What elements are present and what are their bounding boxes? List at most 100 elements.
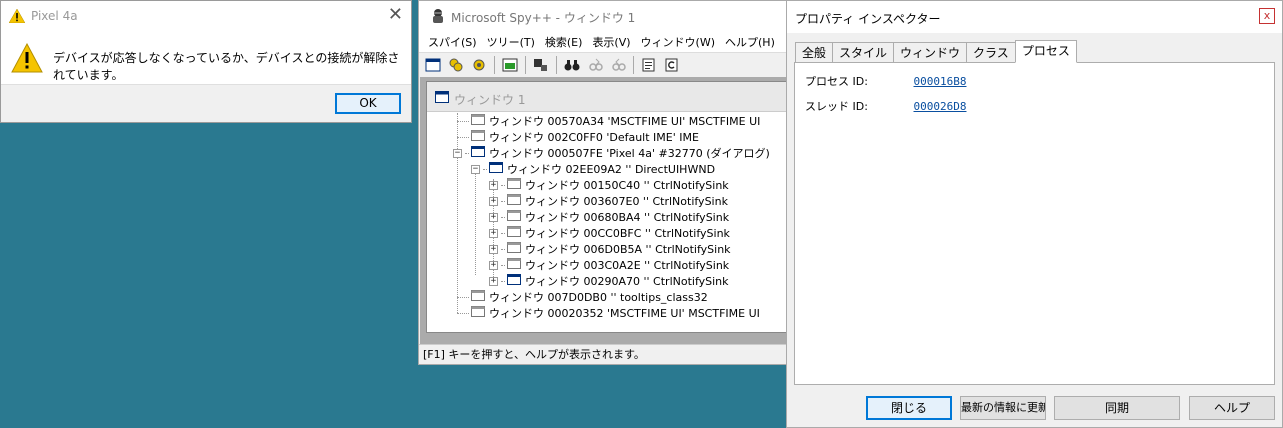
window-tree-child: ウィンドウ 1 ウィンドウ 00570A34 'MSCTFIME UI' MSC… — [426, 81, 789, 333]
tree-node-label: ウィンドウ 007D0DB0 '' tooltips_class32 — [489, 291, 708, 304]
find-prev-icon[interactable] — [608, 56, 628, 74]
toolbar-separator — [525, 55, 526, 74]
menu-search[interactable]: 検索(E) — [541, 31, 589, 52]
help-button[interactable]: ヘルプ — [1189, 396, 1275, 420]
tree-node-label: ウィンドウ 00570A34 'MSCTFIME UI' MSCTFIME UI — [489, 115, 761, 128]
ok-button[interactable]: OK — [335, 93, 401, 114]
find-next-icon[interactable] — [585, 56, 605, 74]
menu-spy[interactable]: スパイ(S) — [424, 31, 483, 52]
tree-branch-line — [501, 280, 505, 282]
dialog-titlebar[interactable]: Pixel 4a ✕ — [1, 1, 411, 31]
expand-icon[interactable]: + — [489, 276, 498, 286]
dialog-title: Pixel 4a — [31, 9, 78, 23]
window-icon — [507, 242, 521, 256]
collapse-icon[interactable]: − — [471, 164, 480, 174]
tab-class[interactable]: クラス — [966, 42, 1016, 63]
tree-node-label: ウィンドウ 003C0A2E '' CtrlNotifySink — [525, 259, 730, 272]
tree-node[interactable]: ウィンドウ 007D0DB0 '' tooltips_class32 — [453, 289, 708, 305]
expand-icon[interactable]: + — [489, 196, 498, 206]
dialog-message-area: デバイスが応答しなくなっているか、デバイスとの接続が解除されています。 — [11, 41, 403, 82]
tab-general[interactable]: 全般 — [795, 42, 834, 63]
child-title: ウィンドウ 1 — [454, 93, 526, 107]
dialog-footer: OK — [1, 84, 411, 122]
tab-windows[interactable]: ウィンドウ — [893, 42, 968, 63]
window-icon — [507, 274, 521, 288]
tab-process[interactable]: プロセス — [1014, 40, 1077, 63]
properties-icon[interactable] — [639, 56, 659, 74]
process-id-label: プロセス ID: — [805, 75, 868, 88]
window-tree[interactable]: ウィンドウ 00570A34 'MSCTFIME UI' MSCTFIME UI… — [427, 113, 789, 331]
spy-toolbar — [419, 52, 789, 76]
window-icon — [471, 146, 485, 160]
sync-button[interactable]: 同期 — [1054, 396, 1180, 420]
windows-view-icon[interactable] — [423, 56, 443, 74]
tab-styles[interactable]: スタイル — [832, 42, 895, 63]
window-icon — [471, 130, 485, 144]
tree-node[interactable]: + ウィンドウ 003607E0 '' CtrlNotifySink — [489, 193, 728, 209]
tree-branch-line — [457, 120, 469, 122]
menu-help[interactable]: ヘルプ(H) — [721, 31, 781, 52]
refresh-icon[interactable] — [662, 56, 682, 74]
expand-icon[interactable]: + — [489, 212, 498, 222]
tree-node-label: ウィンドウ 006D0B5A '' CtrlNotifySink — [525, 243, 731, 256]
process-tab-panel: プロセス ID: 000016B8 スレッド ID: 000026D8 — [794, 62, 1275, 385]
child-titlebar[interactable]: ウィンドウ 1 — [427, 82, 787, 112]
warning-icon — [8, 8, 26, 26]
tree-node[interactable]: + ウィンドウ 006D0B5A '' CtrlNotifySink — [489, 241, 731, 257]
tree-node-label: ウィンドウ 00CC0BFC '' CtrlNotifySink — [525, 227, 730, 240]
tree-node[interactable]: + ウィンドウ 00680BA4 '' CtrlNotifySink — [489, 209, 729, 225]
tree-node-label: ウィンドウ 002C0FF0 'Default IME' IME — [489, 131, 699, 144]
tree-node[interactable]: − ウィンドウ 000507FE 'Pixel 4a' #32770 (ダイアログ… — [453, 145, 770, 161]
inspector-tabs: 全般 スタイル ウィンドウ クラス プロセス — [795, 40, 1077, 63]
menu-view[interactable]: 表示(V) — [588, 31, 636, 52]
thread-id-link[interactable]: 000026D8 — [914, 100, 967, 113]
find-window-icon[interactable] — [531, 56, 551, 74]
toolbar-separator — [633, 55, 634, 74]
window-icon — [507, 210, 521, 224]
tree-node[interactable]: + ウィンドウ 00150C40 '' CtrlNotifySink — [489, 177, 729, 193]
messages-view-icon[interactable] — [500, 56, 520, 74]
mdi-client-area: ウィンドウ 1 ウィンドウ 00570A34 'MSCTFIME UI' MSC… — [420, 77, 789, 345]
tree-node[interactable]: − ウィンドウ 02EE09A2 '' DirectUIHWND — [471, 161, 715, 177]
tree-node[interactable]: ウィンドウ 00570A34 'MSCTFIME UI' MSCTFIME UI — [453, 113, 760, 129]
expand-icon[interactable]: + — [489, 180, 498, 190]
expand-icon[interactable]: + — [489, 228, 498, 238]
tree-branch-line — [501, 200, 505, 202]
spy-menubar: スパイ(S) ツリー(T) 検索(E) 表示(V) ウィンドウ(W) ヘルプ(H… — [419, 31, 789, 52]
window-icon — [489, 162, 503, 176]
tree-node[interactable]: + ウィンドウ 00CC0BFC '' CtrlNotifySink — [489, 225, 730, 241]
processes-view-icon[interactable] — [446, 56, 466, 74]
tree-node[interactable]: ウィンドウ 002C0FF0 'Default IME' IME — [453, 129, 699, 145]
tree-branch-line — [457, 312, 469, 314]
expand-icon[interactable]: + — [489, 244, 498, 254]
tree-node-label: ウィンドウ 00290A70 '' CtrlNotifySink — [525, 275, 729, 288]
tree-node[interactable]: ウィンドウ 00020352 'MSCTFIME UI' MSCTFIME UI — [453, 305, 760, 321]
inspector-titlebar[interactable]: プロパティ インスペクター x — [787, 1, 1282, 33]
menu-window[interactable]: ウィンドウ(W) — [637, 31, 721, 52]
tree-branch-line — [483, 168, 487, 170]
close-icon[interactable]: x — [1259, 8, 1275, 24]
error-dialog: Pixel 4a ✕ デバイスが応答しなくなっているか、デバイスとの接続が解除さ… — [0, 0, 412, 123]
threads-view-icon[interactable] — [469, 56, 489, 74]
tree-guide-line — [475, 169, 476, 275]
expand-icon[interactable]: + — [489, 260, 498, 270]
tree-branch-line — [457, 296, 469, 298]
toolbar-separator — [494, 55, 495, 74]
spy-titlebar[interactable]: Microsoft Spy++ - ウィンドウ 1 — [419, 1, 789, 31]
tree-node[interactable]: + ウィンドウ 003C0A2E '' CtrlNotifySink — [489, 257, 729, 273]
process-id-link[interactable]: 000016B8 — [914, 75, 967, 88]
inspector-title: プロパティ インスペクター — [795, 12, 941, 26]
close-button[interactable]: 閉じる — [866, 396, 952, 420]
menu-tree[interactable]: ツリー(T) — [483, 31, 541, 52]
spy-title: Microsoft Spy++ - ウィンドウ 1 — [451, 11, 636, 25]
spy-main-window: Microsoft Spy++ - ウィンドウ 1 スパイ(S) ツリー(T) … — [418, 0, 790, 365]
process-id-row: プロセス ID: 000016B8 — [805, 73, 966, 89]
refresh-button[interactable]: 最新の情報に更新 — [960, 396, 1046, 420]
tree-node-label: ウィンドウ 000507FE 'Pixel 4a' #32770 (ダイアログ) — [489, 147, 770, 160]
search-binoculars-icon[interactable] — [562, 56, 582, 74]
thread-id-label: スレッド ID: — [805, 100, 868, 113]
window-icon — [507, 258, 521, 272]
close-icon[interactable]: ✕ — [388, 5, 403, 25]
collapse-icon[interactable]: − — [453, 148, 462, 158]
tree-node[interactable]: + ウィンドウ 00290A70 '' CtrlNotifySink — [489, 273, 729, 289]
